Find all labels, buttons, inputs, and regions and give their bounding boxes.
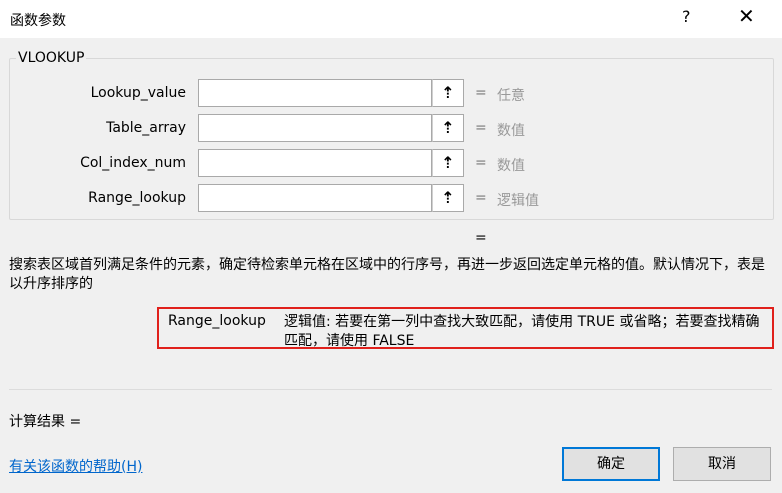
dialog-title: 函数参数	[10, 13, 66, 29]
arg-eq: =	[475, 190, 487, 206]
col-index-num-input[interactable]	[198, 149, 432, 177]
ok-button[interactable]: 确定	[562, 447, 660, 481]
arg-eq: =	[475, 155, 487, 171]
param-help-text: 逻辑值: 若要在第一列中查找大致匹配，请使用 TRUE 或省略；若要查找精确匹配…	[284, 314, 760, 349]
divider	[9, 389, 772, 390]
cancel-button[interactable]: 取消	[673, 447, 771, 481]
help-icon[interactable]: ?	[682, 7, 691, 26]
arg-label-range-lookup: Range_lookup	[88, 190, 186, 206]
title-bar: 函数参数 ? ✕	[0, 0, 782, 38]
arg-eq: =	[475, 120, 487, 136]
range-lookup-input[interactable]	[198, 184, 432, 212]
arg-label-lookup-value: Lookup_value	[90, 85, 186, 101]
collapse-ref-icon[interactable]: ⇡	[432, 79, 464, 107]
calc-result: 计算结果 =	[9, 414, 82, 430]
close-icon[interactable]: ✕	[738, 4, 755, 28]
arg-label-table-array: Table_array	[106, 120, 186, 136]
collapse-ref-icon[interactable]: ⇡	[432, 114, 464, 142]
arg-hint: 数值	[497, 123, 525, 139]
arg-eq: =	[475, 85, 487, 101]
arg-label-col-index-num: Col_index_num	[80, 155, 186, 171]
function-name: VLOOKUP	[16, 50, 87, 66]
arg-hint: 任意	[497, 88, 525, 104]
collapse-ref-icon[interactable]: ⇡	[432, 149, 464, 177]
table-array-input[interactable]	[198, 114, 432, 142]
function-description: 搜索表区域首列满足条件的元素，确定待检索单元格在区域中的行序号，再进一步返回选定…	[9, 257, 765, 292]
function-help-link[interactable]: 有关该函数的帮助(H)	[9, 456, 142, 476]
collapse-ref-icon[interactable]: ⇡	[432, 184, 464, 212]
arg-hint: 逻辑值	[497, 193, 539, 209]
formula-result-eq: =	[475, 230, 487, 246]
arg-hint: 数值	[497, 158, 525, 174]
param-help-name: Range_lookup	[168, 313, 266, 329]
lookup-value-input[interactable]	[198, 79, 432, 107]
